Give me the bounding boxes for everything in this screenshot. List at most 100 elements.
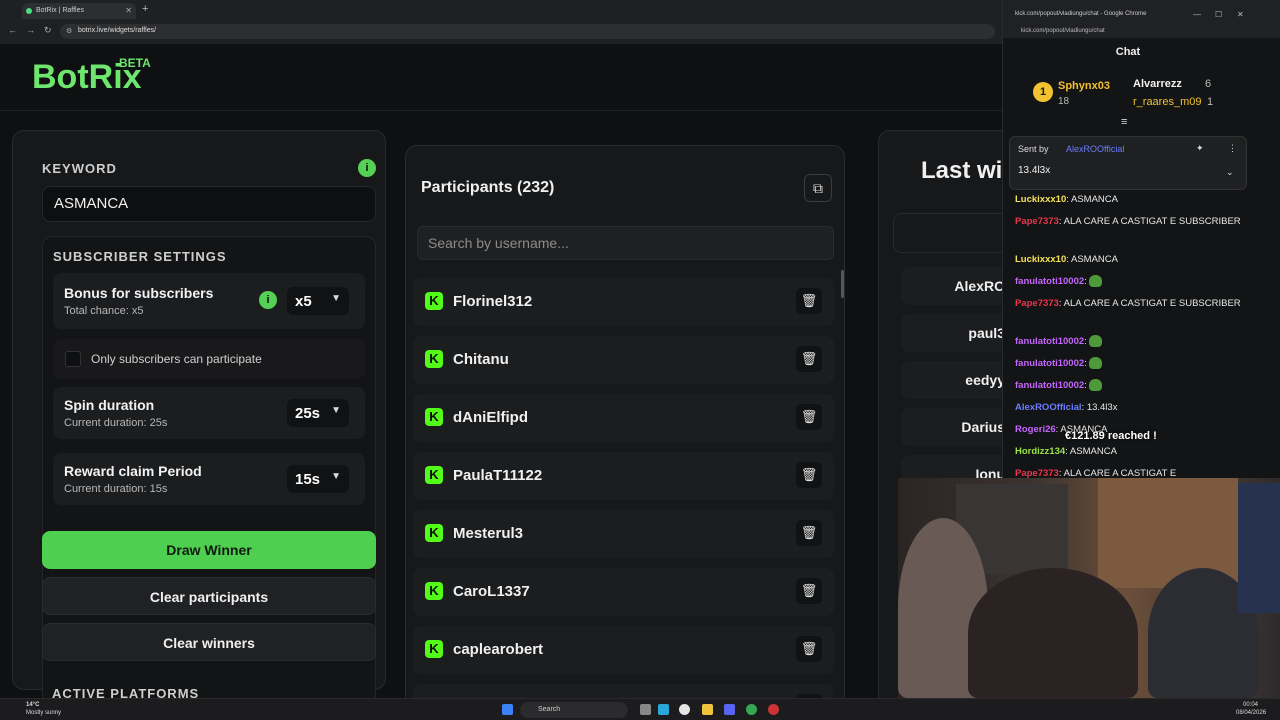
spin-duration-row: Spin duration Current duration: 25s 25s … — [53, 387, 365, 439]
participant-row[interactable]: K Florinel312 🗑 — [413, 278, 834, 326]
forward-icon[interactable]: → — [26, 25, 35, 35]
only-subscribers-row[interactable]: Only subscribers can participate — [53, 339, 365, 379]
keyword-input[interactable]: ASMANCA — [42, 186, 376, 222]
taskbar-search[interactable]: Search — [520, 702, 628, 718]
winner-name: Darius — [961, 419, 1002, 435]
browser-tab[interactable]: BotRix | Raffles ✕ — [22, 3, 136, 19]
close-tab-icon[interactable]: ✕ — [125, 6, 132, 15]
weather-temp[interactable]: 14°C — [26, 702, 39, 708]
chat-username[interactable]: fanulatoti10002 — [1015, 336, 1084, 347]
trash-icon[interactable]: 🗑 — [796, 346, 822, 372]
chat-username[interactable]: fanulatoti10002 — [1015, 380, 1084, 391]
new-tab-button[interactable]: + — [142, 3, 148, 15]
participant-row[interactable]: Kcaplearobert 🗑 — [413, 626, 834, 674]
only-subscribers-checkbox[interactable] — [65, 351, 81, 367]
second-name[interactable]: Alvarrezz — [1133, 78, 1182, 90]
participant-row[interactable]: KDenyz1234🗑 — [413, 684, 834, 698]
kick-icon: K — [425, 640, 443, 658]
weather-desc: Mostly sunny — [26, 710, 62, 716]
chrome-active-icon[interactable] — [746, 704, 757, 715]
tab-title: BotRix | Raffles — [36, 7, 84, 14]
trash-icon[interactable]: 🗑 — [796, 404, 822, 430]
spin-title: Spin duration — [64, 397, 155, 413]
pepe-emote-icon — [1089, 335, 1103, 348]
discord-icon[interactable] — [724, 704, 735, 715]
task-view-icon[interactable] — [640, 704, 651, 715]
chat-message: AlexROOfficial: 13.4l3x — [1015, 402, 1118, 413]
chrome-icon[interactable] — [679, 704, 690, 715]
start-icon[interactable] — [502, 704, 513, 715]
chat-message: Luckixxx10: ASMANCA — [1015, 254, 1118, 265]
participant-row[interactable]: KdAniElfipd 🗑 — [413, 394, 834, 442]
chat-username[interactable]: AlexROOfficial — [1015, 402, 1082, 413]
trash-icon[interactable]: 🗑 — [796, 636, 822, 662]
clear-winners-button[interactable]: Clear winners — [42, 623, 376, 661]
clear-participants-button[interactable]: Clear participants — [42, 577, 376, 615]
pin-icon[interactable]: ✦ — [1196, 143, 1204, 154]
maximize-icon[interactable]: ☐ — [1215, 10, 1222, 19]
chat-username[interactable]: Luckixxx10 — [1015, 194, 1066, 205]
pepe-emote-icon — [1089, 379, 1103, 392]
kick-icon: K — [425, 524, 443, 542]
bonus-select[interactable]: x5 ▼ — [287, 287, 349, 315]
keyword-info-icon[interactable]: i — [358, 159, 376, 177]
chat-username[interactable]: Pape7373 — [1015, 216, 1059, 227]
leader-name[interactable]: Sphynx03 — [1058, 80, 1110, 92]
winner-row[interactable]: Darius — [901, 408, 1002, 446]
winner-row[interactable]: eedyy — [901, 361, 1002, 399]
participant-row[interactable]: K PaulaT11122 🗑 — [413, 452, 834, 500]
third-name[interactable]: r_raares_m09 — [1133, 96, 1201, 108]
copy-icon[interactable]: ⧉ — [804, 174, 832, 202]
winners-header — [893, 213, 1002, 253]
bonus-info-icon[interactable]: i — [259, 291, 277, 309]
chat-message: fanulatoti10002: — [1015, 356, 1247, 371]
back-icon[interactable]: ← — [8, 25, 17, 35]
trash-icon[interactable]: 🗑 — [796, 520, 822, 546]
kick-icon: K — [425, 408, 443, 426]
chat-username[interactable]: fanulatoti10002 — [1015, 276, 1084, 287]
collapse-icon[interactable]: ≡ — [1121, 116, 1127, 128]
more-options-icon[interactable]: ⋮ — [1228, 143, 1237, 154]
chat-username[interactable]: fanulatoti10002 — [1015, 358, 1084, 369]
app-icon[interactable] — [768, 704, 779, 715]
spin-duration-select[interactable]: 25s ▼ — [287, 399, 349, 427]
pinned-message: Sent by AlexROOfficial 13.4l3x ✦ ⋮ ⌄ — [1009, 136, 1247, 190]
chat-window-bar: kick.com/popout/vladiungu/chat - Google … — [1003, 0, 1280, 38]
participant-row[interactable]: K CaroL1337 🗑 — [413, 568, 834, 616]
participant-row[interactable]: K Mesterul3 🗑 — [413, 510, 834, 558]
edge-icon[interactable] — [658, 704, 669, 715]
site-info-icon[interactable]: ⚙ — [66, 27, 72, 35]
chat-username[interactable]: Hordizz134 — [1015, 446, 1065, 457]
chat-text: ALA CARE A CASTIGAT E SUBSCRIBER — [1063, 216, 1241, 227]
chat-message: fanulatoti10002: — [1015, 334, 1247, 349]
chat-username[interactable]: Pape7373 — [1015, 298, 1059, 309]
pinned-by-user[interactable]: AlexROOfficial — [1066, 144, 1124, 154]
participant-search-input[interactable]: Search by username... — [417, 226, 834, 260]
winner-row[interactable]: AlexRO — [901, 267, 1002, 305]
chat-username[interactable]: Luckixxx10 — [1015, 254, 1066, 265]
reload-icon[interactable]: ↻ — [44, 25, 52, 36]
participant-name: dAniElfipd — [453, 409, 528, 426]
draw-winner-button[interactable]: Draw Winner — [42, 531, 376, 569]
clock-time[interactable]: 00:04 — [1243, 702, 1258, 708]
chevron-down-icon: ▼ — [331, 405, 341, 416]
explorer-icon[interactable] — [702, 704, 713, 715]
minimize-icon[interactable]: — — [1193, 10, 1201, 19]
trash-icon[interactable]: 🗑 — [796, 288, 822, 314]
participant-row[interactable]: K Chitanu 🗑 — [413, 336, 834, 384]
right-poster — [1238, 483, 1280, 613]
taskbar-search-label: Search — [538, 706, 561, 713]
reward-period-select[interactable]: 15s ▼ — [287, 465, 349, 493]
close-window-icon[interactable]: ✕ — [1237, 10, 1244, 19]
chevron-down-icon[interactable]: ⌄ — [1226, 167, 1234, 178]
participant-name: CaroL1337 — [453, 583, 530, 600]
chat-message: fanulatoti10002: — [1015, 274, 1247, 289]
trash-icon[interactable]: 🗑 — [796, 578, 822, 604]
winner-row[interactable]: paul3 — [901, 314, 1002, 352]
bonus-select-value: x5 — [295, 293, 312, 310]
trash-icon[interactable]: 🗑 — [796, 462, 822, 488]
chat-username[interactable]: Rogeri26 — [1015, 424, 1056, 435]
bonus-title: Bonus for subscribers — [64, 285, 214, 301]
participants-scrollbar[interactable] — [841, 270, 844, 298]
address-bar[interactable]: ⚙ botrix.live/widgets/raffles/ — [60, 24, 995, 39]
